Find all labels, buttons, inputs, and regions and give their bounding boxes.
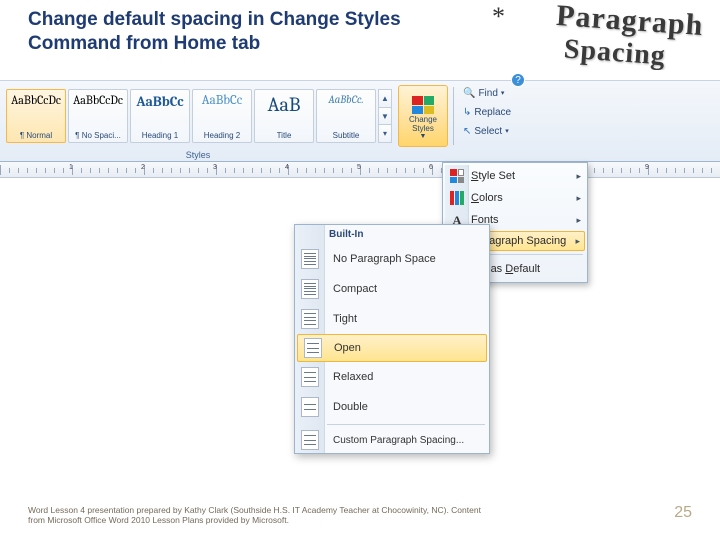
- replace-label: Replace: [474, 107, 511, 118]
- spacing-label: No Paragraph Space: [333, 253, 436, 265]
- style-label: Heading 2: [204, 131, 240, 140]
- menu-item-spacing-tight[interactable]: Tight: [295, 304, 489, 334]
- scroll-down-icon[interactable]: ▼: [379, 108, 391, 126]
- editing-group: ? 🔍 Find ▾ ↳ Replace ↖ Select ▾: [457, 81, 529, 161]
- style-tile-normal[interactable]: AaBbCcDc ¶ Normal: [6, 89, 66, 143]
- spacing-label: Open: [334, 342, 361, 354]
- submenu-header-built-in: Built-In: [295, 225, 489, 244]
- styles-gallery: AaBbCcDc ¶ Normal AaBbCcDc ¶ No Spaci...…: [0, 81, 396, 161]
- menu-item-spacing-relaxed[interactable]: Relaxed: [295, 362, 489, 392]
- spacing-preview-icon: [301, 397, 319, 417]
- spacing-preview-icon: [301, 430, 319, 450]
- bullet-star: *: [492, 2, 505, 32]
- style-sample: AaBbCcDc: [73, 93, 123, 107]
- spacing-label: Tight: [333, 313, 357, 325]
- replace-button[interactable]: ↳ Replace: [463, 104, 523, 120]
- help-icon[interactable]: ?: [511, 73, 525, 87]
- change-styles-button[interactable]: Change Styles ▼: [398, 85, 448, 147]
- ruler[interactable]: 123456789: [0, 162, 720, 178]
- custom-spacing-label: Custom Paragraph Spacing...: [333, 435, 464, 446]
- change-styles-icon: [412, 96, 434, 114]
- style-sample: AaBbCc: [202, 93, 242, 108]
- find-icon: 🔍: [463, 88, 475, 99]
- dropdown-arrow-icon: ▼: [420, 133, 427, 140]
- spacing-preview-icon: [301, 249, 319, 269]
- select-label: Select: [474, 126, 502, 137]
- menu-label: Colors: [471, 192, 503, 204]
- style-label: ¶ No Spaci...: [75, 131, 121, 140]
- spacing-label: Compact: [333, 283, 377, 295]
- submenu-arrow-icon: ▸: [576, 215, 581, 226]
- style-sample: AaBbCc: [136, 93, 183, 110]
- slide-title: Change default spacing in Change Styles …: [28, 8, 468, 56]
- menu-item-spacing-double[interactable]: Double: [295, 392, 489, 422]
- spacing-preview-icon: [301, 279, 319, 299]
- style-label: Subtitle: [333, 131, 360, 140]
- colors-icon: [449, 190, 465, 206]
- style-sample: AaBbCc.: [328, 93, 363, 106]
- menu-item-colors[interactable]: Colors ▸: [445, 187, 585, 209]
- style-label: Title: [277, 131, 292, 140]
- submenu-arrow-icon: ▸: [575, 236, 580, 247]
- style-sample: AaB: [268, 93, 301, 116]
- spacing-preview-icon: [301, 367, 319, 387]
- find-button[interactable]: 🔍 Find ▾: [463, 85, 523, 101]
- styles-group-label: Styles: [0, 150, 396, 160]
- menu-item-spacing-compact[interactable]: Compact: [295, 274, 489, 304]
- spacing-label: Double: [333, 401, 368, 413]
- spacing-preview-icon: [304, 338, 322, 358]
- menu-item-style-set[interactable]: Style Set ▸: [445, 165, 585, 187]
- style-tile-no-spacing[interactable]: AaBbCcDc ¶ No Spaci...: [68, 89, 128, 143]
- style-label: ¶ Normal: [20, 131, 52, 140]
- menu-item-spacing-no-paragraph-space[interactable]: No Paragraph Space: [295, 244, 489, 274]
- gallery-scroll[interactable]: ▲ ▼ ▾: [378, 89, 392, 143]
- dropdown-arrow-icon: ▾: [501, 89, 505, 97]
- find-label: Find: [478, 88, 497, 99]
- style-label: Heading 1: [142, 131, 178, 140]
- ribbon: AaBbCcDc ¶ Normal AaBbCcDc ¶ No Spaci...…: [0, 80, 720, 162]
- select-button[interactable]: ↖ Select ▾: [463, 123, 523, 139]
- group-divider: [453, 87, 454, 145]
- style-tile-title[interactable]: AaB Title: [254, 89, 314, 143]
- select-icon: ↖: [463, 126, 471, 137]
- submenu-arrow-icon: ▸: [576, 193, 581, 204]
- menu-item-spacing-open[interactable]: Open: [297, 334, 487, 362]
- replace-icon: ↳: [463, 107, 471, 118]
- scroll-up-icon[interactable]: ▲: [379, 90, 391, 108]
- style-tile-heading-2[interactable]: AaBbCc Heading 2: [192, 89, 252, 143]
- style-set-icon: [449, 168, 465, 184]
- menu-label: Style Set: [471, 170, 515, 182]
- submenu-separator: [327, 424, 485, 425]
- slide-number: 25: [674, 504, 692, 522]
- menu-item-custom-spacing[interactable]: Custom Paragraph Spacing...: [295, 427, 489, 453]
- style-sample: AaBbCcDc: [11, 93, 61, 107]
- spacing-label: Relaxed: [333, 371, 373, 383]
- dropdown-arrow-icon: ▾: [505, 127, 509, 135]
- style-tile-heading-1[interactable]: AaBbCc Heading 1: [130, 89, 190, 143]
- spacing-preview-icon: [301, 309, 319, 329]
- paragraph-spacing-submenu: Built-In No Paragraph Space Compact Tight O…: [294, 224, 490, 454]
- submenu-arrow-icon: ▸: [576, 171, 581, 182]
- word-screenshot: AaBbCcDc ¶ Normal AaBbCcDc ¶ No Spaci...…: [0, 70, 720, 478]
- slide-footer: Word Lesson 4 presentation prepared by K…: [28, 505, 498, 526]
- decorative-title: Paragraph Spacing: [553, 0, 705, 75]
- change-styles-label: Change Styles: [399, 116, 447, 133]
- gallery-expand-icon[interactable]: ▾: [379, 125, 391, 142]
- style-tile-subtitle[interactable]: AaBbCc. Subtitle: [316, 89, 376, 143]
